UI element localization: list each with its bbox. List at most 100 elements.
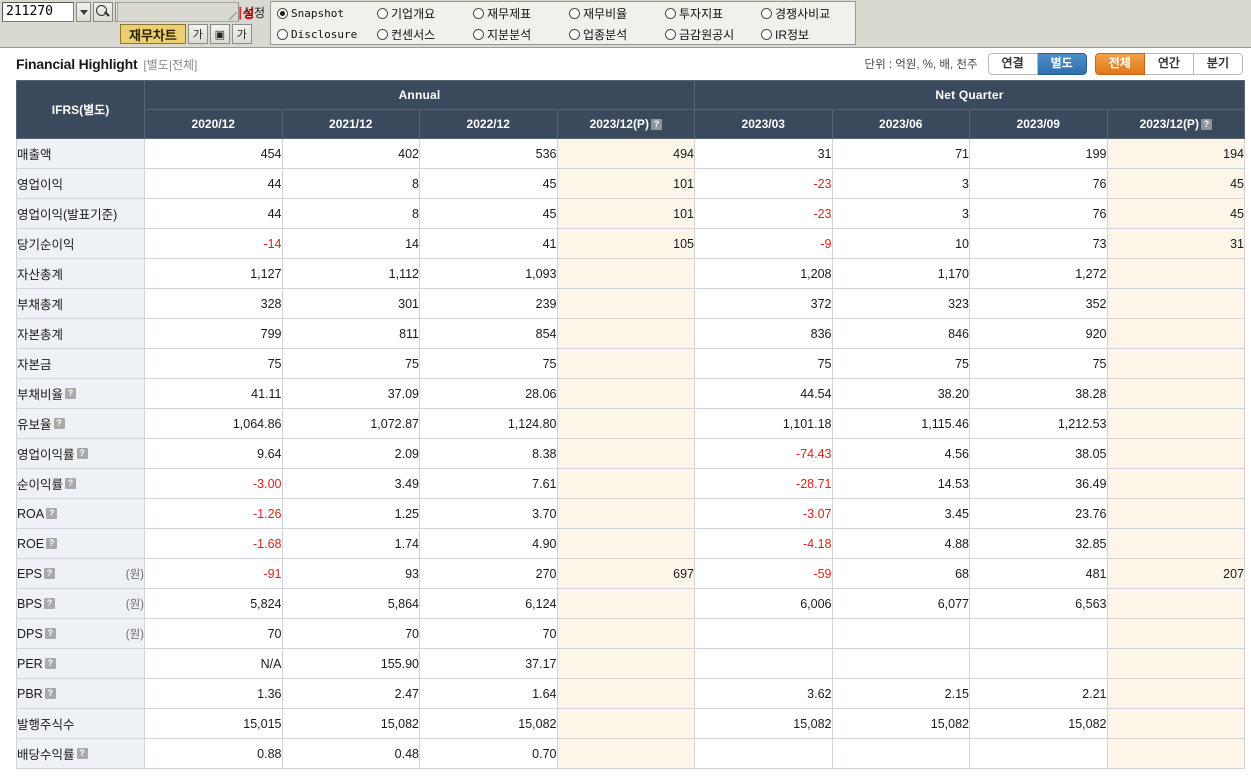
row-label-cell: ROE? (16, 528, 145, 559)
table-row: 자본금 75 75 75 75 75 75 (16, 348, 1245, 379)
table-cell: 536 (419, 138, 558, 169)
table-head: IFRS(별도) Annual Net Quarter 2020/12 2021/12… (16, 80, 1245, 139)
row-label-content: 영업이익 (17, 174, 144, 193)
help-icon[interactable]: ? (76, 448, 88, 459)
row-label-text: 당기순이익 (17, 238, 75, 252)
table-cell: 4.88 (831, 528, 970, 559)
radio-dot-icon (761, 8, 772, 19)
scope-button-별도[interactable]: 별도 (1037, 53, 1087, 75)
radio-item-11[interactable]: IR정보 (761, 24, 857, 45)
table-corner-header: IFRS(별도) (16, 80, 145, 139)
table-cell: 44 (144, 198, 283, 229)
radio-item-2[interactable]: 재무제표 (473, 3, 569, 24)
table-body: 매출액 454 402 536 494 31 71 199 194 영업이익 44 8 45 101 -23… (16, 138, 1245, 769)
radio-item-1[interactable]: 기업개요 (377, 3, 473, 24)
column-header-label: 2023/06 (879, 117, 923, 131)
view-mode-radio-group: Snapshot 기업개요 재무제표 재무비율 투자지표 경쟁사비교 Disclosure 컨… (270, 1, 856, 45)
table-column-header-7[interactable]: 2023/12(P)? (1106, 109, 1245, 139)
help-icon[interactable]: ? (46, 508, 58, 519)
table-cell: 7.61 (419, 468, 558, 499)
table-cell: -3.07 (694, 498, 833, 529)
settings-label[interactable]: 설정 (243, 4, 265, 21)
help-icon[interactable]: ? (44, 598, 56, 609)
radio-item-4[interactable]: 투자지표 (665, 3, 761, 24)
table-column-header-2[interactable]: 2022/12 (419, 109, 558, 139)
row-label-content: 자본금 (17, 354, 144, 373)
table-cell (556, 468, 695, 499)
table-cell: N/A (144, 648, 283, 679)
font-decrease-button[interactable]: 가 (231, 24, 252, 44)
row-label-text: 영업이익 (17, 178, 64, 192)
table-column-header-6[interactable]: 2023/09 (969, 109, 1108, 139)
table-cell: 70 (419, 618, 558, 649)
table-cell: 76 (969, 168, 1108, 199)
help-icon[interactable]: ? (46, 538, 58, 549)
radio-item-8[interactable]: 지분분석 (473, 24, 569, 45)
table-cell: 836 (694, 318, 833, 349)
table-cell: 38.05 (969, 438, 1108, 469)
table-cell: 36.49 (969, 468, 1108, 499)
table-group-header-row: IFRS(별도) Annual Net Quarter (16, 80, 1245, 139)
help-icon[interactable]: ? (44, 628, 56, 639)
period-button-연간[interactable]: 연간 (1144, 53, 1194, 75)
help-icon[interactable]: ? (650, 118, 662, 130)
radio-item-9[interactable]: 업종분석 (569, 24, 665, 45)
help-icon[interactable]: ? (44, 688, 56, 699)
column-header-content: 2023/06 (879, 117, 922, 131)
column-header-label: 2023/03 (741, 117, 785, 131)
table-column-header-5[interactable]: 2023/06 (831, 109, 970, 139)
row-label-cell: DPS? (원) (16, 618, 145, 649)
row-label-cell: 자본금 (16, 348, 145, 379)
help-icon[interactable]: ? (1200, 118, 1212, 130)
help-icon[interactable]: ? (53, 418, 65, 429)
table-cell: 3.70 (419, 498, 558, 529)
scope-button-연결[interactable]: 연결 (987, 53, 1038, 75)
row-label-content: 당기순이익 (17, 234, 144, 253)
table-column-header-1[interactable]: 2021/12 (281, 109, 420, 139)
table-cell (556, 348, 695, 379)
row-label-text: 매출액 (17, 148, 52, 162)
help-icon[interactable]: ? (65, 388, 77, 399)
radio-dot-icon (277, 8, 288, 19)
radio-item-0[interactable]: Snapshot (277, 3, 377, 24)
table-cell: 1,208 (694, 258, 833, 289)
table-cell (1106, 678, 1245, 709)
table-cell (969, 738, 1108, 769)
table-cell: 44.54 (694, 378, 833, 409)
help-icon[interactable]: ? (44, 658, 56, 669)
table-column-header-0[interactable]: 2020/12 (144, 109, 283, 139)
table-cell: 6,006 (694, 588, 833, 619)
row-label-text: ROE (17, 536, 45, 551)
row-label-text: 자산총계 (17, 268, 64, 282)
table-cell (831, 648, 970, 679)
code-dropdown-button[interactable] (76, 2, 91, 22)
radio-item-10[interactable]: 금감원공시 (665, 24, 761, 45)
stock-code-input[interactable]: 211270 (2, 2, 74, 22)
radio-item-6[interactable]: Disclosure (277, 24, 377, 45)
search-button[interactable] (93, 2, 113, 22)
table-cell: 2.15 (831, 678, 970, 709)
row-label-cell: 유보율? (16, 408, 145, 439)
table-column-header-3[interactable]: 2023/12(P)? (556, 109, 695, 139)
radio-item-7[interactable]: 컨센서스 (377, 24, 473, 45)
table-row: 영업이익률? 9.64 2.09 8.38 -74.43 4.56 38.05 (16, 438, 1245, 469)
table-cell (694, 648, 833, 679)
column-header-content: 2023/12(P)? (590, 117, 662, 131)
row-label-text: ROA (17, 506, 45, 521)
help-icon[interactable]: ? (44, 568, 56, 579)
radio-item-3[interactable]: 재무비율 (569, 3, 665, 24)
help-icon[interactable]: ? (65, 478, 77, 489)
financial-chart-button[interactable]: 재무차트 (120, 24, 186, 44)
table-cell: 6,077 (831, 588, 970, 619)
period-button-분기[interactable]: 분기 (1193, 53, 1243, 75)
fit-window-button[interactable]: ▣ (209, 24, 230, 44)
table-cell (1106, 318, 1245, 349)
font-increase-button[interactable]: 가 (187, 24, 208, 44)
row-label-cell: 부채총계 (16, 288, 145, 319)
table-cell: 68 (831, 558, 970, 589)
radio-item-5[interactable]: 경쟁사비교 (761, 3, 857, 24)
period-button-전체[interactable]: 전체 (1094, 53, 1145, 75)
row-label-text: 부채총계 (17, 298, 64, 312)
table-column-header-4[interactable]: 2023/03 (694, 109, 833, 139)
help-icon[interactable]: ? (76, 748, 88, 759)
